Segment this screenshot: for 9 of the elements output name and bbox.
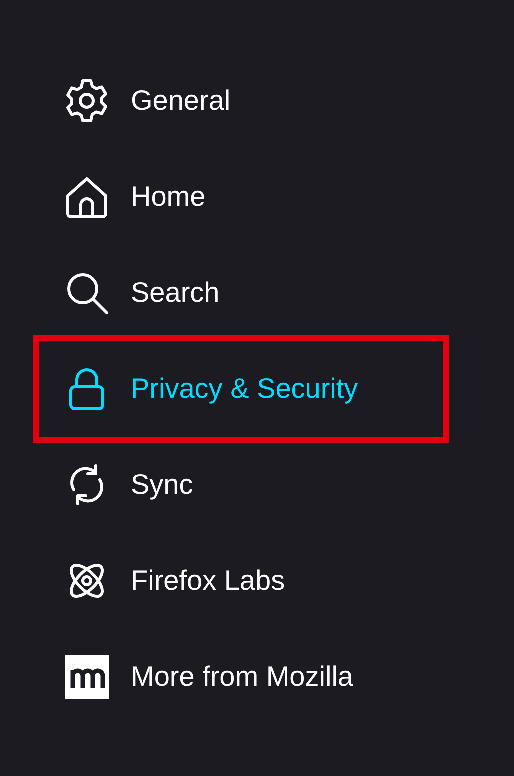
sidebar-item[interactable]: Search xyxy=(39,245,443,341)
gear-icon xyxy=(64,78,110,124)
sidebar-item[interactable]: Home xyxy=(39,149,443,245)
sidebar-item[interactable]: Sync xyxy=(39,437,443,533)
sidebar-item[interactable]: More from Mozilla xyxy=(39,629,443,725)
sidebar-item[interactable]: General xyxy=(39,53,443,149)
sidebar-item[interactable]: Privacy & Security xyxy=(39,341,443,437)
sidebar-item[interactable]: Firefox Labs xyxy=(39,533,443,629)
mozilla-logo-icon xyxy=(64,654,110,700)
